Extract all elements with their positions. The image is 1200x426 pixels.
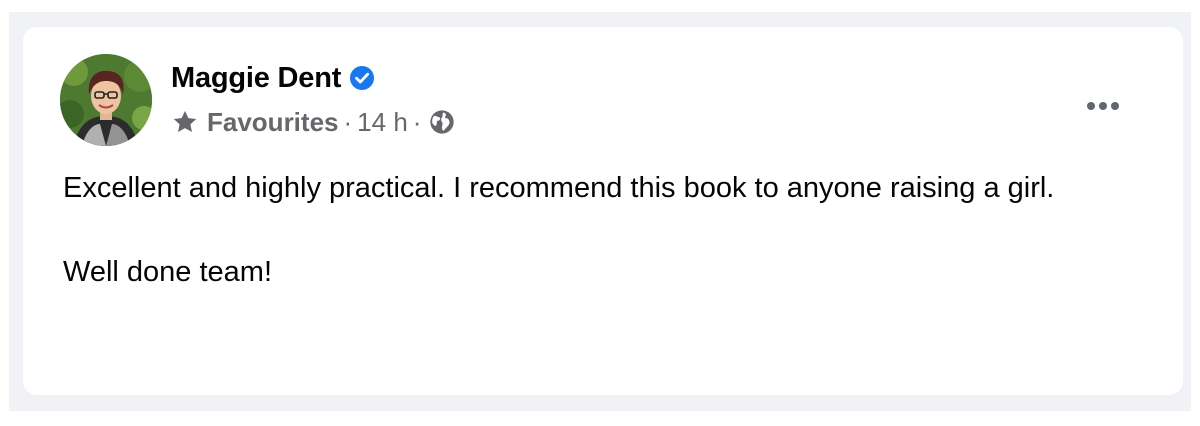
author-name[interactable]: Maggie Dent	[171, 62, 341, 95]
audience-label[interactable]: Favourites	[207, 107, 339, 138]
timestamp-link[interactable]: 14 h	[357, 107, 408, 138]
post-paragraph: Excellent and highly practical. I recomm…	[63, 172, 1055, 204]
more-options-button[interactable]	[1081, 91, 1125, 121]
verified-badge-icon	[349, 65, 375, 91]
star-icon	[171, 108, 199, 136]
feed-background: Maggie Dent Favourites · 14 h · Excellen…	[9, 12, 1191, 411]
globe-icon[interactable]	[428, 108, 456, 136]
avatar[interactable]	[60, 54, 152, 146]
post-body: Excellent and highly practical. I recomm…	[63, 167, 1173, 335]
post-paragraph: Well done team!	[63, 256, 273, 288]
author-row: Maggie Dent	[171, 61, 375, 95]
avatar-image	[60, 54, 152, 146]
post-meta: Favourites · 14 h ·	[171, 107, 456, 137]
post-card: Maggie Dent Favourites · 14 h · Excellen…	[23, 27, 1183, 395]
meta-separator: ·	[412, 106, 422, 137]
meta-separator: ·	[343, 106, 353, 137]
ellipsis-icon	[1087, 102, 1119, 110]
